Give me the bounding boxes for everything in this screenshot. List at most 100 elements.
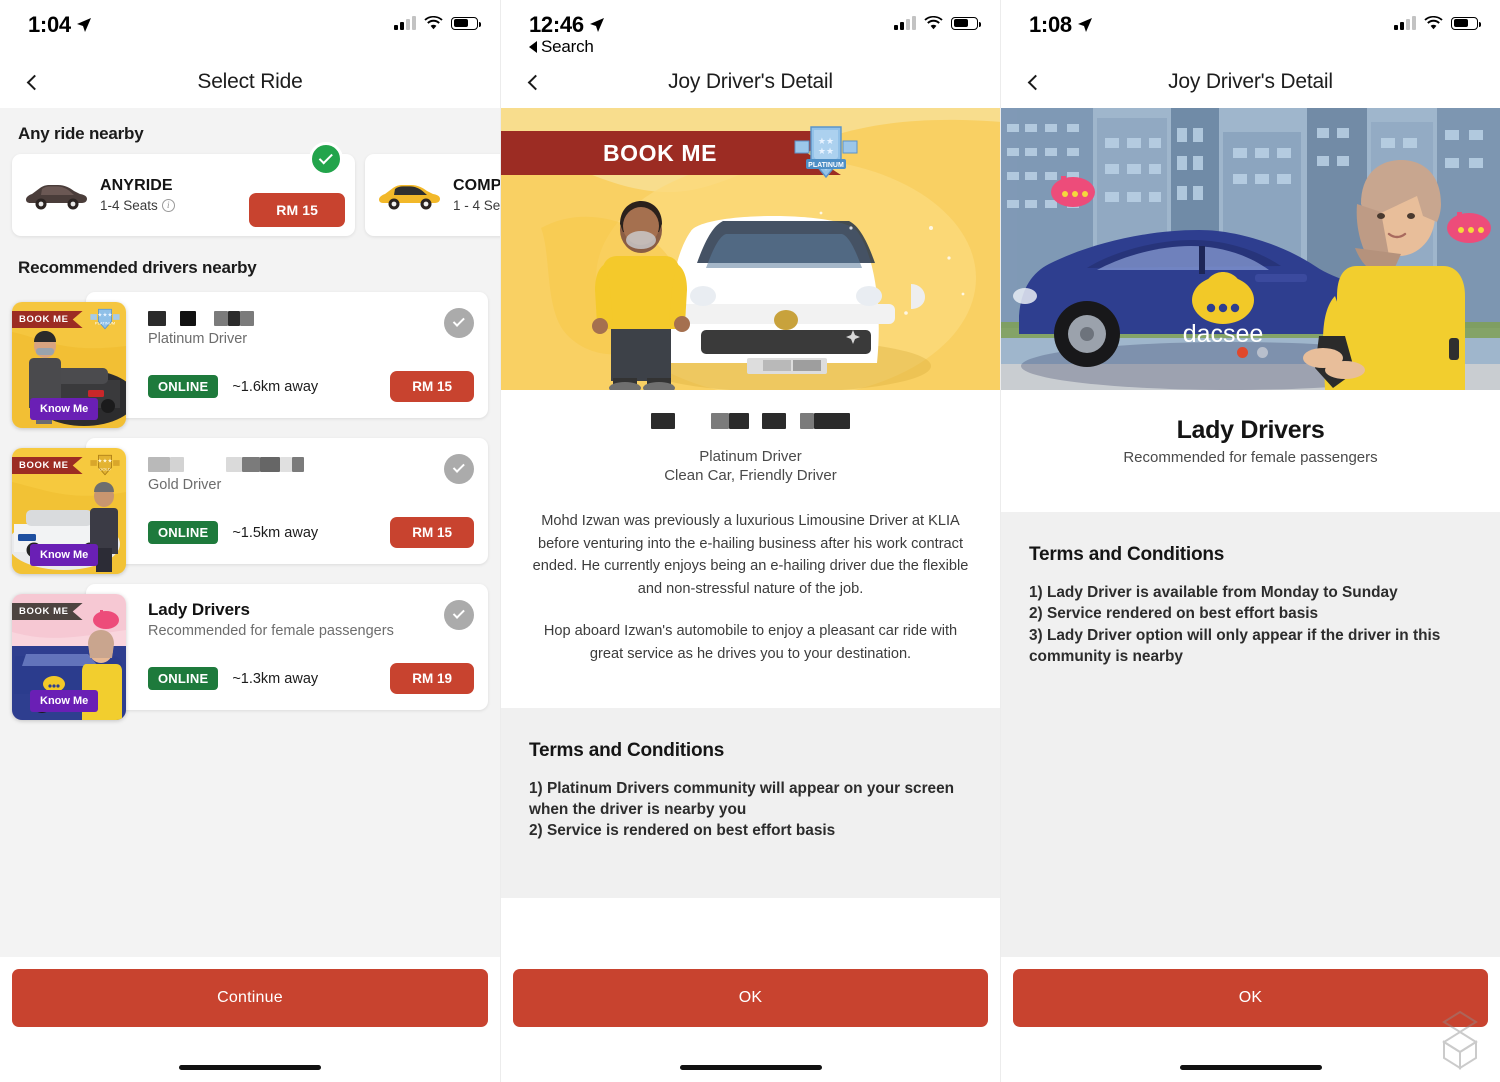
terms-list: 1) Lady Driver is available from Monday … <box>1029 582 1472 667</box>
driver-card-gold[interactable]: Gold Driver ONLINE ~1.5km away RM 15 <box>86 438 488 564</box>
driver-select-check[interactable] <box>444 600 474 630</box>
driver-thumbnail-gold[interactable]: BOOK ME GOLD ★★★ Know Me <box>12 448 126 574</box>
driver-tagline: Clean Car, Friendly Driver <box>664 467 837 484</box>
driver-thumbnail-platinum[interactable]: BOOK ME PLATINUM ★★★ Know Me <box>12 302 126 428</box>
status-time: 12:46 <box>529 12 584 37</box>
driver-distance: ~1.6km away <box>232 378 319 395</box>
driver-thumbnail-lady[interactable]: dac BOOK ME Know Me <box>12 594 126 720</box>
list-item[interactable]: Platinum Driver ONLINE ~1.6km away RM 15 <box>0 292 500 438</box>
driver-name: Lady Drivers <box>148 600 250 619</box>
screenshot-triptych: 1:04 Select Ride Any ride nearby ANYRIDE… <box>0 0 1500 1082</box>
driver-card-lady[interactable]: Lady Drivers Recommended for female pass… <box>86 584 488 710</box>
carousel-dot-active[interactable] <box>1237 347 1248 358</box>
list-item[interactable]: Gold Driver ONLINE ~1.5km away RM 15 BOO… <box>0 438 500 584</box>
return-to-search-link[interactable]: Search <box>529 37 605 57</box>
terms-item: 2) Service is rendered on best effort ba… <box>529 822 836 840</box>
ride-option-seats: 1 - 4 Seats <box>453 198 500 213</box>
ride-options-scroller[interactable]: ANYRIDE 1-4 Seats i RM 15 COMP 1 - 4 Se <box>0 142 500 236</box>
driver-card-platinum[interactable]: Platinum Driver ONLINE ~1.6km away RM 15 <box>86 292 488 418</box>
footer: Continue <box>0 957 500 1082</box>
svg-text:GOLD: GOLD <box>99 467 111 472</box>
info-icon[interactable]: i <box>161 199 175 212</box>
svg-text:dacsee: dacsee <box>1183 320 1264 348</box>
driver-select-check[interactable] <box>444 454 474 484</box>
driver-price[interactable]: RM 19 <box>390 663 474 694</box>
ride-price[interactable]: RM 15 <box>249 193 345 227</box>
carousel-dot[interactable] <box>1257 347 1268 358</box>
driver-bio-paragraph-1: Mohd Izwan was previously a luxurious Li… <box>532 513 969 597</box>
gold-badge-icon: GOLD ★★★ <box>90 454 120 476</box>
screen-platinum-driver-detail: 12:46 Search Joy Driver's Detail BOOK ME… <box>500 0 1000 1082</box>
ride-seats-text: 1-4 Seats <box>100 198 158 213</box>
continue-button[interactable]: Continue <box>12 969 488 1027</box>
know-me-button[interactable]: Know Me <box>30 398 99 420</box>
status-bar: 1:04 <box>0 0 500 56</box>
home-indicator <box>179 1065 321 1070</box>
lady-driver-hero-banner: dacsee <box>1001 108 1500 390</box>
check-icon <box>452 314 465 327</box>
nav-bar: Joy Driver's Detail <box>501 56 1000 108</box>
ride-option-anyride[interactable]: ANYRIDE 1-4 Seats i RM 15 <box>12 142 355 236</box>
footer: OK <box>1001 957 1500 1082</box>
status-left: 1:04 <box>28 12 92 38</box>
select-ride-body: Any ride nearby ANYRIDE 1-4 Seats i RM 1… <box>0 108 500 957</box>
ride-option-seats: 1-4 Seats i <box>100 198 175 213</box>
check-icon <box>318 149 333 164</box>
battery-icon <box>951 16 981 30</box>
driver-status-row: ONLINE ~1.6km away RM 15 <box>148 371 474 402</box>
driver-distance: ~1.5km away <box>232 524 319 541</box>
ride-option-compact[interactable]: COMPACT 1 - 4 Seats <box>365 154 500 236</box>
back-button[interactable] <box>519 68 547 96</box>
driver-name-redacted <box>501 412 1000 434</box>
know-me-button[interactable]: Know Me <box>30 544 99 566</box>
terms-item: 1) Lady Driver is available from Monday … <box>1029 584 1398 601</box>
location-arrow-icon <box>1077 18 1092 32</box>
ride-selected-check[interactable] <box>309 142 343 176</box>
page-title: Joy Driver's Detail <box>1168 70 1333 93</box>
platinum-badge-icon: PLATINUM ★★★ <box>90 308 120 330</box>
driver-bio-paragraph-2: Hop aboard Izwan's automobile to enjoy a… <box>543 623 958 663</box>
ride-option-name: ANYRIDE <box>100 177 173 194</box>
status-left: 1:08 <box>1029 12 1093 38</box>
driver-select-check[interactable] <box>444 308 474 338</box>
section-recommended-drivers: Recommended drivers nearby <box>18 258 257 277</box>
driver-name-redacted <box>148 308 474 329</box>
wifi-icon <box>1424 16 1443 30</box>
battery-icon <box>451 16 481 30</box>
community-title: Lady Drivers <box>1176 416 1325 444</box>
lady-drivers-detail-body: Lady Drivers Recommended for female pass… <box>1001 390 1500 957</box>
book-me-ribbon: BOOK ME <box>501 131 841 175</box>
wifi-icon <box>424 16 443 30</box>
carousel-dots[interactable] <box>1237 347 1268 358</box>
driver-price[interactable]: RM 15 <box>390 517 474 548</box>
driver-tier: Gold Driver <box>148 477 222 493</box>
signal-bars-icon <box>394 16 416 30</box>
nav-bar: Joy Driver's Detail <box>1001 56 1500 108</box>
chevron-left-icon <box>527 74 543 90</box>
check-icon <box>452 460 465 473</box>
ok-button[interactable]: OK <box>1013 969 1488 1027</box>
nav-bar: Select Ride <box>0 56 500 108</box>
terms-item: 2) Service rendered on best effort basis <box>1029 605 1319 623</box>
know-me-button[interactable]: Know Me <box>30 690 99 712</box>
terms-list: 1) Platinum Drivers community will appea… <box>529 778 972 842</box>
platinum-badge-icon: ★★ ★★ PLATINUM <box>794 126 858 179</box>
terms-item: 3) Lady Driver option will only appear i… <box>1029 626 1441 665</box>
status-badge: ONLINE <box>148 375 219 398</box>
section-any-ride-nearby: Any ride nearby <box>18 124 144 143</box>
status-badge: ONLINE <box>148 521 219 544</box>
page-title: Select Ride <box>197 70 303 93</box>
driver-status-row: ONLINE ~1.3km away RM 19 <box>148 663 474 694</box>
driver-list: Platinum Driver ONLINE ~1.6km away RM 15 <box>0 292 500 730</box>
ok-button[interactable]: OK <box>513 969 988 1027</box>
home-indicator <box>1179 1065 1322 1070</box>
driver-price[interactable]: RM 15 <box>390 371 474 402</box>
back-button[interactable] <box>1019 68 1047 96</box>
footer: OK <box>501 957 1000 1082</box>
driver-status-row: ONLINE ~1.5km away RM 15 <box>148 517 474 548</box>
driver-distance: ~1.3km away <box>232 670 319 687</box>
svg-text:★★: ★★ <box>818 136 834 146</box>
list-item[interactable]: Lady Drivers Recommended for female pass… <box>0 584 500 730</box>
book-me-ribbon: BOOK ME <box>12 311 83 328</box>
back-button[interactable] <box>18 68 46 96</box>
